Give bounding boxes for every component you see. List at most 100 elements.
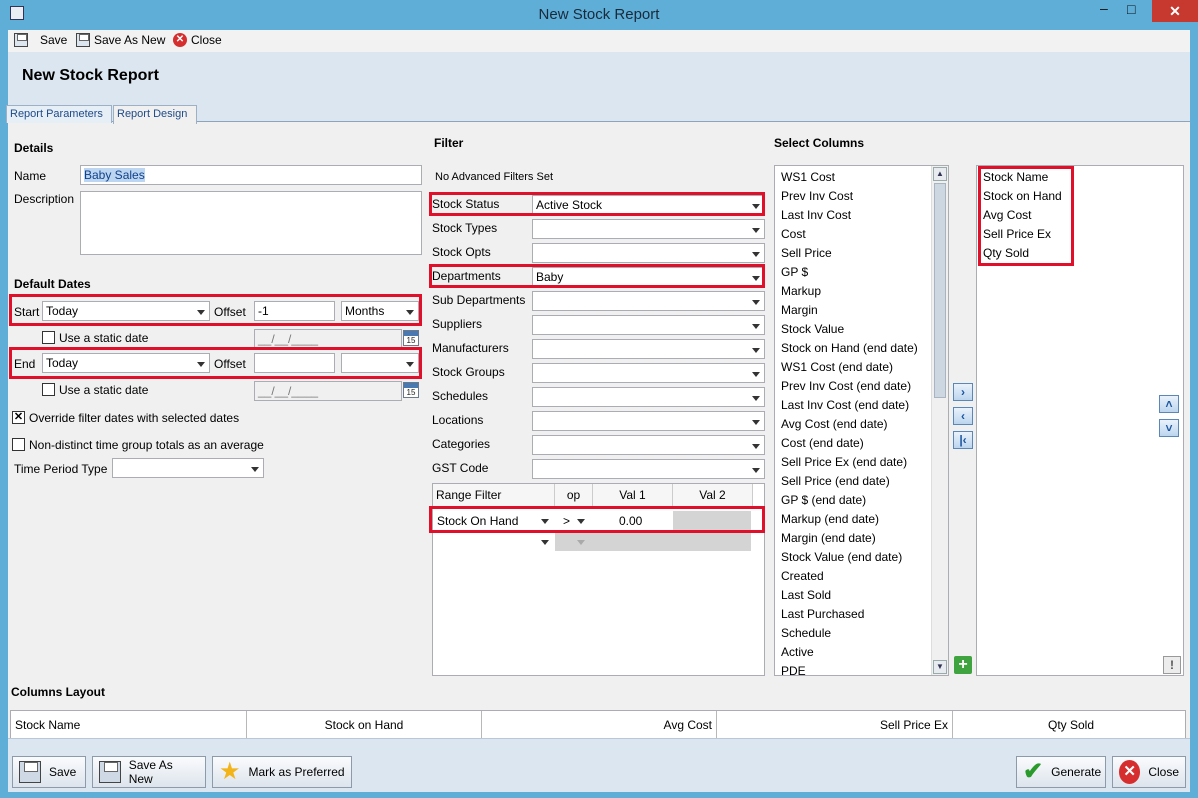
available-column-item[interactable]: Sell Price Ex (end date) (781, 455, 907, 469)
maximize-button[interactable]: □ (1127, 1, 1135, 17)
available-column-item[interactable]: Cost (end date) (781, 436, 864, 450)
available-column-item[interactable]: GP $ (781, 265, 808, 279)
filter-stock-opts-select[interactable] (532, 243, 765, 263)
available-columns-list[interactable]: WS1 Cost Prev Inv Cost Last Inv Cost Cost Se… (774, 165, 949, 676)
end-static-date-input[interactable]: __/__/____ (254, 381, 402, 401)
available-column-item[interactable]: Margin (end date) (781, 531, 876, 545)
scroll-up-icon[interactable]: ▲ (933, 167, 947, 181)
filter-stock-groups-select[interactable] (532, 363, 765, 383)
chevron-down-icon[interactable] (577, 519, 585, 524)
filter-schedules-select[interactable] (532, 387, 765, 407)
available-column-item[interactable]: Cost (781, 227, 806, 241)
range-filter-header[interactable]: Range Filter (433, 484, 555, 506)
end-unit-select[interactable] (341, 353, 419, 373)
available-column-item[interactable]: Last Sold (781, 588, 831, 602)
tab-report-design[interactable]: Report Design (113, 105, 197, 124)
selected-column-item[interactable]: Qty Sold (983, 246, 1029, 260)
filter-stock-status-select[interactable]: Active Stock (532, 195, 765, 215)
end-select[interactable]: Today (42, 353, 210, 373)
available-column-item[interactable]: Margin (781, 303, 818, 317)
calendar-icon[interactable]: 15 (403, 382, 419, 398)
layout-column-stock-on-hand[interactable]: Stock on Hand (247, 711, 482, 739)
chevron-down-icon[interactable] (541, 519, 549, 524)
available-column-item[interactable]: Avg Cost (end date) (781, 417, 888, 431)
remove-column-arrow-icon[interactable]: ‹ (953, 407, 973, 425)
start-static-date-checkbox[interactable] (42, 331, 55, 344)
footer-save-as-new-button[interactable]: Save As New (92, 756, 206, 788)
available-column-item[interactable]: Markup (end date) (781, 512, 879, 526)
available-column-item[interactable]: Markup (781, 284, 821, 298)
available-column-item[interactable]: Prev Inv Cost (end date) (781, 379, 911, 393)
layout-column-sell-price-ex[interactable]: Sell Price Ex (717, 711, 953, 739)
available-column-item[interactable]: Sell Price (end date) (781, 474, 890, 488)
remove-all-columns-icon[interactable]: |‹ (953, 431, 973, 449)
available-column-item[interactable]: Sell Price (781, 246, 832, 260)
op-header[interactable]: op (555, 484, 593, 506)
available-column-item[interactable]: Prev Inv Cost (781, 189, 853, 203)
filter-departments-select[interactable]: Baby (532, 267, 765, 287)
filter-locations-select[interactable] (532, 411, 765, 431)
nondistinct-checkbox[interactable] (12, 438, 25, 451)
available-column-item[interactable]: Last Purchased (781, 607, 864, 621)
selected-columns-list[interactable]: Stock Name Stock on Hand Avg Cost Sell Pric… (976, 165, 1184, 676)
toolbar-close-button[interactable]: ✕ Close (173, 33, 222, 47)
selected-column-item[interactable]: Avg Cost (983, 208, 1031, 222)
footer-save-button[interactable]: Save (12, 756, 86, 788)
chevron-down-icon[interactable] (541, 540, 549, 545)
toolbar-save-button[interactable]: Save (14, 33, 67, 47)
layout-column-avg-cost[interactable]: Avg Cost (482, 711, 717, 739)
range-field-value[interactable]: Stock On Hand (437, 514, 518, 528)
available-column-item[interactable]: Schedule (781, 626, 831, 640)
generate-button[interactable]: ✔ Generate (1016, 756, 1106, 788)
move-down-icon[interactable]: ˅ (1159, 419, 1179, 437)
available-column-item[interactable]: GP $ (end date) (781, 493, 866, 507)
add-custom-column-icon[interactable]: + (954, 656, 972, 674)
available-column-item[interactable]: Created (781, 569, 824, 583)
warning-icon[interactable]: ! (1163, 656, 1181, 674)
override-dates-checkbox[interactable]: ✕ (12, 411, 25, 424)
tab-report-parameters[interactable]: Report Parameters (6, 105, 112, 123)
filter-manufacturers-select[interactable] (532, 339, 765, 359)
available-column-item[interactable]: PDE (781, 664, 806, 675)
move-up-icon[interactable]: ˄ (1159, 395, 1179, 413)
available-column-item[interactable]: Stock Value (781, 322, 844, 336)
layout-column-stock-name[interactable]: Stock Name (11, 711, 247, 739)
scroll-thumb[interactable] (934, 183, 946, 398)
filter-sub-departments-select[interactable] (532, 291, 765, 311)
available-column-item[interactable]: Last Inv Cost (end date) (781, 398, 909, 412)
available-column-item[interactable]: WS1 Cost (end date) (781, 360, 893, 374)
selected-column-item[interactable]: Stock on Hand (983, 189, 1062, 203)
start-unit-select[interactable]: Months (341, 301, 419, 321)
calendar-icon[interactable]: 15 (403, 330, 419, 346)
footer-close-button[interactable]: ✕ Close (1112, 756, 1186, 788)
available-column-item[interactable]: Active (781, 645, 814, 659)
add-column-arrow-icon[interactable]: › (953, 383, 973, 401)
range-op-value[interactable]: > (563, 514, 570, 528)
start-offset-input[interactable]: -1 (254, 301, 335, 321)
range-row[interactable]: Stock On Hand > 0.00 (433, 511, 753, 531)
filter-categories-select[interactable] (532, 435, 765, 455)
layout-column-qty-sold[interactable]: Qty Sold (953, 711, 1189, 739)
end-static-date-checkbox[interactable] (42, 383, 55, 396)
filter-gst-code-select[interactable] (532, 459, 765, 479)
minimize-button[interactable]: – (1100, 0, 1108, 16)
available-column-item[interactable]: Stock on Hand (end date) (781, 341, 918, 355)
selected-column-item[interactable]: Stock Name (983, 170, 1048, 184)
start-static-date-input[interactable]: __/__/____ (254, 329, 402, 349)
available-scrollbar[interactable]: ▲ ▼ (931, 166, 948, 675)
time-period-select[interactable] (112, 458, 264, 478)
name-input[interactable]: Baby Sales (80, 165, 422, 185)
available-column-item[interactable]: Last Inv Cost (781, 208, 851, 222)
selected-column-item[interactable]: Sell Price Ex (983, 227, 1051, 241)
filter-stock-types-select[interactable] (532, 219, 765, 239)
filter-suppliers-select[interactable] (532, 315, 765, 335)
range-val1-value[interactable]: 0.00 (619, 514, 642, 528)
available-column-item[interactable]: Stock Value (end date) (781, 550, 902, 564)
end-offset-input[interactable] (254, 353, 335, 373)
toolbar-save-as-new-button[interactable]: Save As New (76, 33, 165, 47)
start-select[interactable]: Today (42, 301, 210, 321)
mark-preferred-button[interactable]: ★ Mark as Preferred (212, 756, 352, 788)
scroll-down-icon[interactable]: ▼ (933, 660, 947, 674)
val1-header[interactable]: Val 1 (593, 484, 673, 506)
val2-header[interactable]: Val 2 (673, 484, 753, 506)
